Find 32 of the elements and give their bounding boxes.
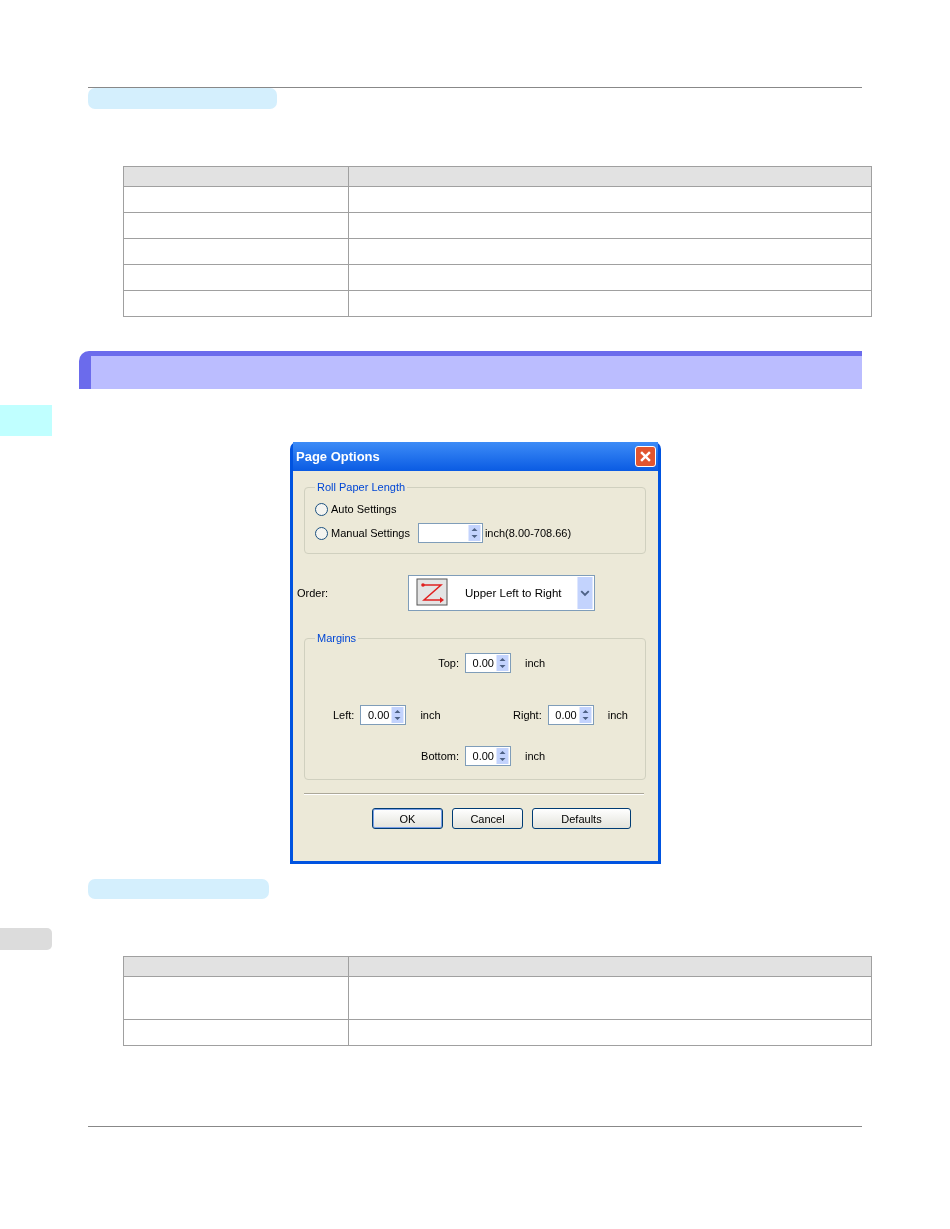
number-field[interactable] bbox=[417, 523, 483, 543]
close-icon bbox=[640, 451, 651, 462]
dialog-button[interactable]: OK bbox=[372, 808, 443, 829]
window-title: Page Options bbox=[296, 449, 380, 464]
unit-label: inch bbox=[607, 709, 628, 721]
spinner-arrows-icon[interactable] bbox=[578, 707, 592, 723]
group-label: Margins bbox=[316, 632, 358, 644]
spinner-arrows-icon[interactable] bbox=[496, 655, 509, 671]
range-label: inch(8.00-708.66) bbox=[484, 527, 572, 539]
number-field[interactable]: 0.00 bbox=[465, 653, 511, 673]
unit-label: inch bbox=[525, 750, 546, 762]
z-order-icon bbox=[416, 578, 450, 608]
order-dropdown[interactable]: Upper Left to Right bbox=[408, 575, 595, 611]
unit-label: inch bbox=[420, 709, 441, 721]
radio-option[interactable]: Auto Settings bbox=[315, 502, 397, 516]
unit-label: inch bbox=[525, 657, 546, 669]
number-field[interactable]: 0.00 bbox=[547, 705, 594, 725]
spinner-arrows-icon[interactable] bbox=[467, 525, 481, 541]
field-label: Right: bbox=[513, 709, 542, 721]
number-field[interactable]: 0.00 bbox=[360, 705, 407, 725]
dialog-button[interactable]: Defaults bbox=[532, 808, 631, 829]
radio-option[interactable]: Manual Settings bbox=[315, 526, 410, 540]
field-label: Order: bbox=[297, 587, 330, 599]
field-label: Bottom: bbox=[420, 750, 459, 762]
group-label: Roll Paper Length bbox=[316, 481, 407, 493]
spinner-arrows-icon[interactable] bbox=[496, 748, 509, 764]
dialog-button[interactable]: Cancel bbox=[452, 808, 523, 829]
spinner-arrows-icon[interactable] bbox=[391, 707, 405, 723]
number-field[interactable]: 0.00 bbox=[465, 746, 511, 766]
field-label: Top: bbox=[437, 657, 459, 669]
close-button[interactable] bbox=[635, 446, 656, 467]
field-label: Left: bbox=[333, 709, 355, 721]
